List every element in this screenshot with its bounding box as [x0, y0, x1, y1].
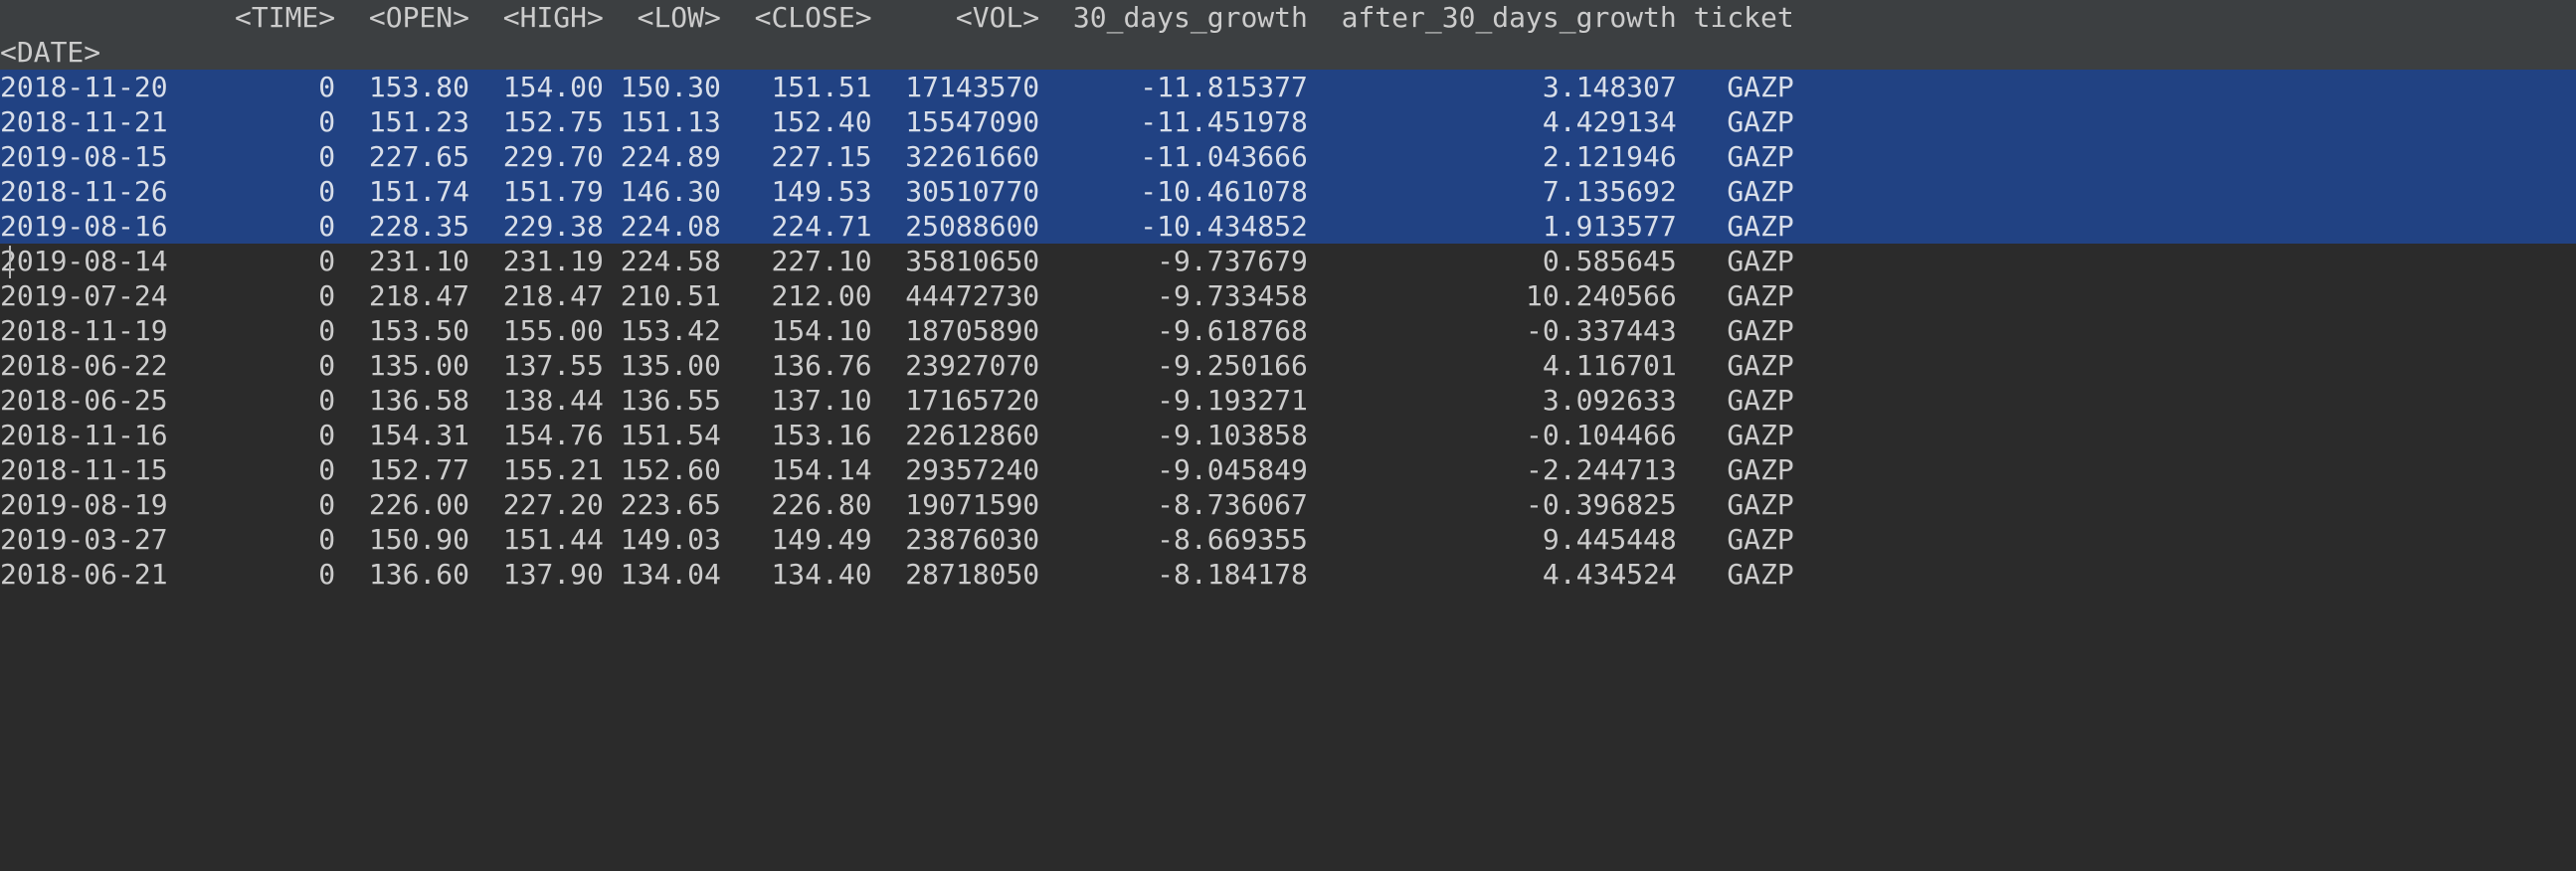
table-row[interactable]: 2019-08-14 0 231.10 231.19 224.58 227.10…	[0, 244, 2576, 278]
header-columns-line: <TIME> <OPEN> <HIGH> <LOW> <CLOSE> <VOL>…	[0, 0, 2576, 35]
table-row[interactable]: 2018-06-22 0 135.00 137.55 135.00 136.76…	[0, 348, 2576, 383]
table-row[interactable]: 2018-11-21 0 151.23 152.75 151.13 152.40…	[0, 104, 2576, 139]
table-row[interactable]: 2018-06-25 0 136.58 138.44 136.55 137.10…	[0, 383, 2576, 418]
table-row[interactable]: 2018-11-19 0 153.50 155.00 153.42 154.10…	[0, 313, 2576, 348]
text-cursor	[9, 246, 11, 278]
table-row[interactable]: 2019-08-16 0 228.35 229.38 224.08 224.71…	[0, 209, 2576, 244]
table-row[interactable]: 2019-07-24 0 218.47 218.47 210.51 212.00…	[0, 278, 2576, 313]
header-index-line: <DATE>	[0, 35, 2576, 70]
table-row[interactable]: 2018-06-21 0 136.60 137.90 134.04 134.40…	[0, 557, 2576, 592]
table-row[interactable]: 2018-11-15 0 152.77 155.21 152.60 154.14…	[0, 452, 2576, 487]
table-row[interactable]: 2019-08-15 0 227.65 229.70 224.89 227.15…	[0, 139, 2576, 174]
table-row[interactable]: 2018-11-26 0 151.74 151.79 146.30 149.53…	[0, 174, 2576, 209]
table-row[interactable]: 2018-11-20 0 153.80 154.00 150.30 151.51…	[0, 70, 2576, 104]
table-row[interactable]: 2018-11-16 0 154.31 154.76 151.54 153.16…	[0, 418, 2576, 452]
table-row[interactable]: 2019-03-27 0 150.90 151.44 149.03 149.49…	[0, 522, 2576, 557]
table-row[interactable]: 2019-08-19 0 226.00 227.20 223.65 226.80…	[0, 487, 2576, 522]
